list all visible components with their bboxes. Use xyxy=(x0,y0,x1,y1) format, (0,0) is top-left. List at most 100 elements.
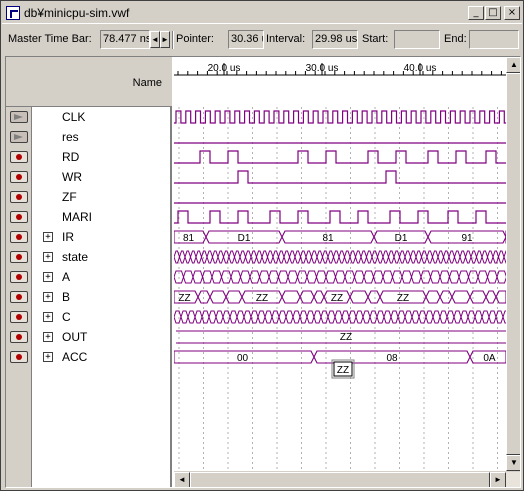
output-pin-icon xyxy=(10,151,28,163)
signal-row-wr[interactable]: WR xyxy=(6,167,172,187)
scroll-up-button[interactable]: ▲ xyxy=(506,57,520,73)
time-bar-toolbar: Master Time Bar: 78.477 ns ◄ ► Pointer: … xyxy=(2,27,522,53)
bus-segment xyxy=(313,290,325,304)
bus-value: 00 xyxy=(237,353,249,364)
ruler-tick-label: 40.0 us xyxy=(404,63,437,74)
end-field xyxy=(469,30,519,49)
signal-row-ir[interactable]: + IR xyxy=(6,227,172,247)
bus-segment xyxy=(209,290,227,304)
signal-name: MARI xyxy=(62,210,92,224)
end-label: End: xyxy=(444,33,467,45)
horizontal-scrollbar[interactable]: ◄ ► xyxy=(174,471,520,487)
digital-waveform xyxy=(174,150,506,164)
vertical-scroll-thumb[interactable] xyxy=(506,73,520,455)
bus-value: D1 xyxy=(395,233,408,244)
pointer-label: Pointer: xyxy=(176,33,214,45)
vertical-scrollbar[interactable]: ▲ ▼ xyxy=(506,57,520,471)
bus-value: 91 xyxy=(461,233,473,244)
signal-name: C xyxy=(62,310,71,324)
signal-row-rd[interactable]: RD xyxy=(6,147,172,167)
ruler-tick-label: 20.0 us xyxy=(208,63,241,74)
digital-waveform xyxy=(174,110,506,124)
signal-name: RD xyxy=(62,150,80,164)
bus-value: 0A xyxy=(483,353,496,364)
bus-value: D1 xyxy=(238,233,251,244)
input-pin-icon xyxy=(10,131,28,143)
interval-label: Interval: xyxy=(266,33,306,45)
signal-row-res[interactable]: res xyxy=(6,127,172,147)
bus-segment xyxy=(281,290,301,304)
name-header-label: Name xyxy=(132,77,162,89)
signal-row-mari[interactable]: MARI xyxy=(6,207,172,227)
output-pin-icon xyxy=(10,311,28,323)
title-bar[interactable]: db¥minicpu-sim.vwf _ □ × xyxy=(2,2,522,24)
master-prev-arrow[interactable]: ◄ xyxy=(150,31,160,48)
signal-name: OUT xyxy=(62,330,88,344)
bus-segment xyxy=(439,290,453,304)
bus-value: ZZ xyxy=(331,293,343,304)
maximize-button[interactable]: □ xyxy=(485,6,501,20)
output-pin-icon xyxy=(10,191,28,203)
output-pin-icon xyxy=(10,351,28,363)
expand-bus-icon[interactable]: + xyxy=(43,312,53,322)
signal-name: CLK xyxy=(62,110,86,124)
toolbar-separator xyxy=(172,31,174,49)
waveform-canvas[interactable]: 20.0 us 30.0 us 40.0 us 81 D1 81 D1 91 ZZ ZZ ZZ ZZ Z… xyxy=(174,57,506,471)
digital-waveform xyxy=(174,210,506,224)
interval-field: 29.98 us xyxy=(312,30,358,49)
scroll-down-button[interactable]: ▼ xyxy=(506,455,520,471)
bus-dense-waveform xyxy=(174,310,506,324)
expand-bus-icon[interactable]: + xyxy=(43,352,53,362)
waveform-display[interactable]: 20.0 us 30.0 us 40.0 us 81 D1 81 D1 91 ZZ ZZ ZZ ZZ Z… xyxy=(174,57,520,477)
bus-value: ZZ xyxy=(256,293,268,304)
signal-name: IR xyxy=(62,230,74,244)
output-pin-icon xyxy=(10,171,28,183)
bus-value: ZZ xyxy=(397,293,409,304)
signal-row-zf[interactable]: ZF xyxy=(6,187,172,207)
bus-segment xyxy=(425,290,441,304)
bus-segment xyxy=(485,290,497,304)
signal-row-b[interactable]: + B xyxy=(6,287,172,307)
bus-segment xyxy=(451,290,471,304)
scroll-right-button[interactable]: ► xyxy=(490,472,506,487)
app-icon[interactable] xyxy=(6,6,20,20)
master-time-bar-label: Master Time Bar: xyxy=(8,33,92,45)
pointer-field: 30.36 us xyxy=(228,30,264,49)
bus-dense-waveform xyxy=(174,250,506,264)
expand-bus-icon[interactable]: + xyxy=(43,292,53,302)
signal-row-acc[interactable]: + ACC xyxy=(6,347,172,367)
digital-waveform xyxy=(174,170,506,184)
master-next-arrow[interactable]: ► xyxy=(160,31,170,48)
scroll-left-button[interactable]: ◄ xyxy=(174,472,190,487)
output-pin-icon xyxy=(10,291,28,303)
signal-row-a[interactable]: + A xyxy=(6,267,172,287)
bus-dense-waveform xyxy=(174,270,506,284)
expand-bus-icon[interactable]: + xyxy=(43,332,53,342)
input-pin-icon xyxy=(10,111,28,123)
output-pin-icon xyxy=(10,271,28,283)
name-column-header[interactable]: Name xyxy=(6,57,172,107)
bus-segment xyxy=(469,290,487,304)
signal-name: ZF xyxy=(62,190,77,204)
minimize-button[interactable]: _ xyxy=(468,6,484,20)
expand-bus-icon[interactable]: + xyxy=(43,232,53,242)
output-pin-icon xyxy=(10,231,28,243)
output-pin-icon xyxy=(10,331,28,343)
signal-row-clk[interactable]: CLK xyxy=(6,107,172,127)
expand-bus-icon[interactable]: + xyxy=(43,272,53,282)
signal-row-out[interactable]: + OUT xyxy=(6,327,172,347)
signal-row-c[interactable]: + C xyxy=(6,307,172,327)
ruler-tick-label: 30.0 us xyxy=(306,63,339,74)
close-button[interactable]: × xyxy=(504,6,520,20)
bus-value: 81 xyxy=(322,233,334,244)
output-pin-icon xyxy=(10,211,28,223)
bus-value: 81 xyxy=(183,233,195,244)
value-tooltip-text: ZZ xyxy=(337,365,349,376)
bus-value: ZZ xyxy=(178,293,190,304)
expand-bus-icon[interactable]: + xyxy=(43,252,53,262)
bus-value: 08 xyxy=(386,353,398,364)
master-time-bar-field[interactable]: 78.477 ns xyxy=(100,30,150,49)
waveform-pane: Name CLK res RD WR ZF MARI + IR + state + A + B + C + OUT… xyxy=(5,56,521,488)
horizontal-scroll-thumb[interactable] xyxy=(190,472,490,487)
signal-row-state[interactable]: + state xyxy=(6,247,172,267)
